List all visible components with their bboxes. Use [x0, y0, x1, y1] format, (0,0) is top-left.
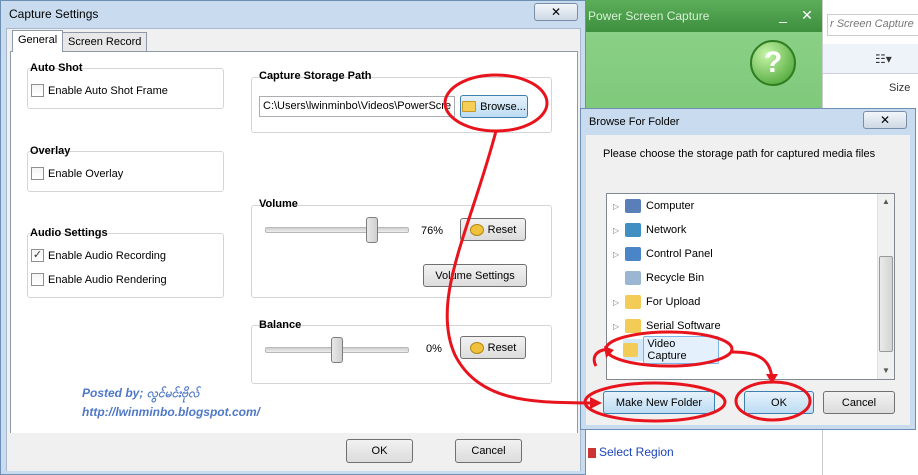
posted-by-text: Posted by; လွင်မင်းဗိုလ် [82, 386, 200, 400]
expand-arrow-icon[interactable]: ▷ [613, 226, 625, 235]
audio-rendering-checkbox[interactable]: Enable Audio Rendering [31, 273, 167, 286]
folder-tree-item[interactable]: ▷ Computer [607, 195, 877, 217]
audio-recording-checkbox[interactable]: ✓ Enable Audio Recording [31, 249, 166, 262]
dialog-close-button[interactable]: ✕ [534, 3, 578, 21]
folder-icon [625, 319, 641, 333]
size-column-header[interactable]: Size [889, 82, 910, 94]
reset-icon [469, 341, 484, 354]
tab-screen-record[interactable]: Screen Record [62, 32, 148, 52]
checkbox-box[interactable] [31, 273, 44, 286]
cancel-button[interactable]: Cancel [455, 439, 522, 463]
folder-tree-item[interactable]: ▷ For Upload [607, 291, 877, 313]
overlay-title: Overlay [30, 145, 71, 157]
balance-reset-button[interactable]: Reset [460, 336, 526, 359]
capture-settings-dialog: Capture Settings ✕ General Screen Record… [0, 0, 586, 475]
folder-tree-item[interactable]: ▷ Serial Software [607, 315, 877, 337]
browse-button[interactable]: Browse... [460, 95, 528, 118]
volume-slider-track[interactable] [265, 227, 409, 233]
auto-shot-frame-checkbox[interactable]: Enable Auto Shot Frame [31, 84, 168, 97]
search-input[interactable]: r Screen Capture 7 [827, 14, 918, 36]
folder-tree-item[interactable]: Recycle Bin [607, 267, 877, 289]
explorer-toolbar: ☷▾ [823, 44, 918, 74]
folder-tree-item[interactable]: ▷ Network [607, 219, 877, 241]
reset-label: Reset [487, 341, 517, 354]
audio-settings-group [27, 233, 224, 298]
browse-description: Please choose the storage path for captu… [603, 148, 876, 160]
folder-tree-item-label: Video Capture [643, 336, 719, 364]
balance-value: 0% [426, 343, 442, 355]
browse-cancel-button[interactable]: Cancel [823, 391, 895, 414]
folder-tree-item-label: Computer [646, 200, 695, 212]
scroll-thumb[interactable] [879, 256, 893, 352]
folder-tree-item[interactable]: Video Capture [623, 336, 719, 364]
view-options-icon[interactable]: ☷▾ [875, 52, 892, 66]
checkbox-label: Enable Auto Shot Frame [48, 84, 168, 97]
reset-icon [469, 223, 484, 236]
select-region-icon [588, 447, 596, 458]
expand-arrow-icon[interactable]: ▷ [613, 250, 625, 259]
folder-icon [625, 295, 641, 309]
select-region-link[interactable]: Select Region [588, 445, 674, 459]
scroll-down-icon[interactable]: ▼ [878, 363, 894, 379]
recycle-bin-icon [625, 271, 641, 285]
expand-arrow-icon[interactable]: ▷ [613, 298, 625, 307]
browse-for-folder-dialog: Browse For Folder ✕ Please choose the st… [580, 108, 916, 430]
folder-tree-item-label: Serial Software [646, 320, 721, 332]
folder-icon [462, 101, 477, 112]
folder-tree[interactable]: ▲ ▼ ▷ Computer ▷ Network ▷ Control Panel Recyc… [606, 193, 895, 380]
folder-tree-item-label: Recycle Bin [646, 272, 705, 284]
expand-arrow-icon[interactable]: ▷ [613, 202, 625, 211]
storage-path-field[interactable]: C:\Users\lwinminbo\Videos\PowerScre [259, 96, 455, 117]
minimize-button[interactable]: _ [770, 5, 796, 25]
storage-path-title: Capture Storage Path [259, 70, 372, 82]
folder-tree-item-label: For Upload [646, 296, 701, 308]
browse-dialog-title: Browse For Folder [589, 116, 680, 128]
scroll-up-icon[interactable]: ▲ [878, 194, 894, 210]
tree-scrollbar[interactable]: ▲ ▼ [877, 194, 894, 379]
computer-icon [625, 199, 641, 213]
checkbox-box[interactable] [31, 84, 44, 97]
general-tab-panel: Auto Shot Enable Auto Shot Frame Overlay… [10, 51, 578, 456]
checkbox-box[interactable]: ✓ [31, 249, 44, 262]
dialog-body: General Screen Record Auto Shot Enable A… [6, 28, 581, 471]
volume-slider-thumb[interactable] [366, 217, 379, 243]
tab-general[interactable]: General [12, 30, 64, 52]
browse-label: Browse... [480, 100, 526, 113]
checkbox-box[interactable] [31, 167, 44, 180]
volume-reset-button[interactable]: Reset [460, 218, 526, 241]
dialog-footer: OK Cancel [7, 433, 580, 471]
auto-shot-title: Auto Shot [30, 62, 83, 74]
control-panel-icon [625, 247, 641, 261]
help-icon[interactable]: ? [750, 40, 796, 86]
browse-ok-button[interactable]: OK [744, 391, 814, 414]
folder-tree-item-label: Control Panel [646, 248, 713, 260]
folder-icon [623, 343, 639, 357]
browse-dialog-body: Please choose the storage path for captu… [586, 135, 910, 425]
checkbox-label: Enable Audio Rendering [48, 273, 167, 286]
browse-dialog-close-button[interactable]: ✕ [863, 111, 907, 129]
folder-tree-item[interactable]: ▷ Control Panel [607, 243, 877, 265]
network-icon [625, 223, 641, 237]
ok-button[interactable]: OK [346, 439, 413, 463]
audio-settings-title: Audio Settings [30, 227, 108, 239]
reset-label: Reset [487, 223, 517, 236]
dialog-title: Capture Settings [9, 7, 99, 21]
select-region-label: Select Region [599, 445, 674, 459]
volume-title: Volume [259, 198, 298, 210]
blog-url-text: http://lwinminbo.blogspot.com/ [82, 405, 260, 419]
checkbox-label: Enable Overlay [48, 167, 124, 180]
make-new-folder-button[interactable]: Make New Folder [603, 391, 715, 414]
volume-value: 76% [421, 225, 444, 237]
folder-tree-item-label: Network [646, 224, 687, 236]
close-button[interactable]: ✕ [794, 5, 820, 25]
volume-settings-button[interactable]: Volume Settings [423, 264, 527, 287]
expand-arrow-icon[interactable]: ▷ [613, 322, 625, 331]
balance-slider-thumb[interactable] [331, 337, 343, 363]
background-footer: Select Region [580, 430, 822, 475]
overlay-checkbox[interactable]: Enable Overlay [31, 167, 123, 180]
checkbox-label: Enable Audio Recording [48, 249, 167, 262]
balance-title: Balance [259, 319, 302, 331]
